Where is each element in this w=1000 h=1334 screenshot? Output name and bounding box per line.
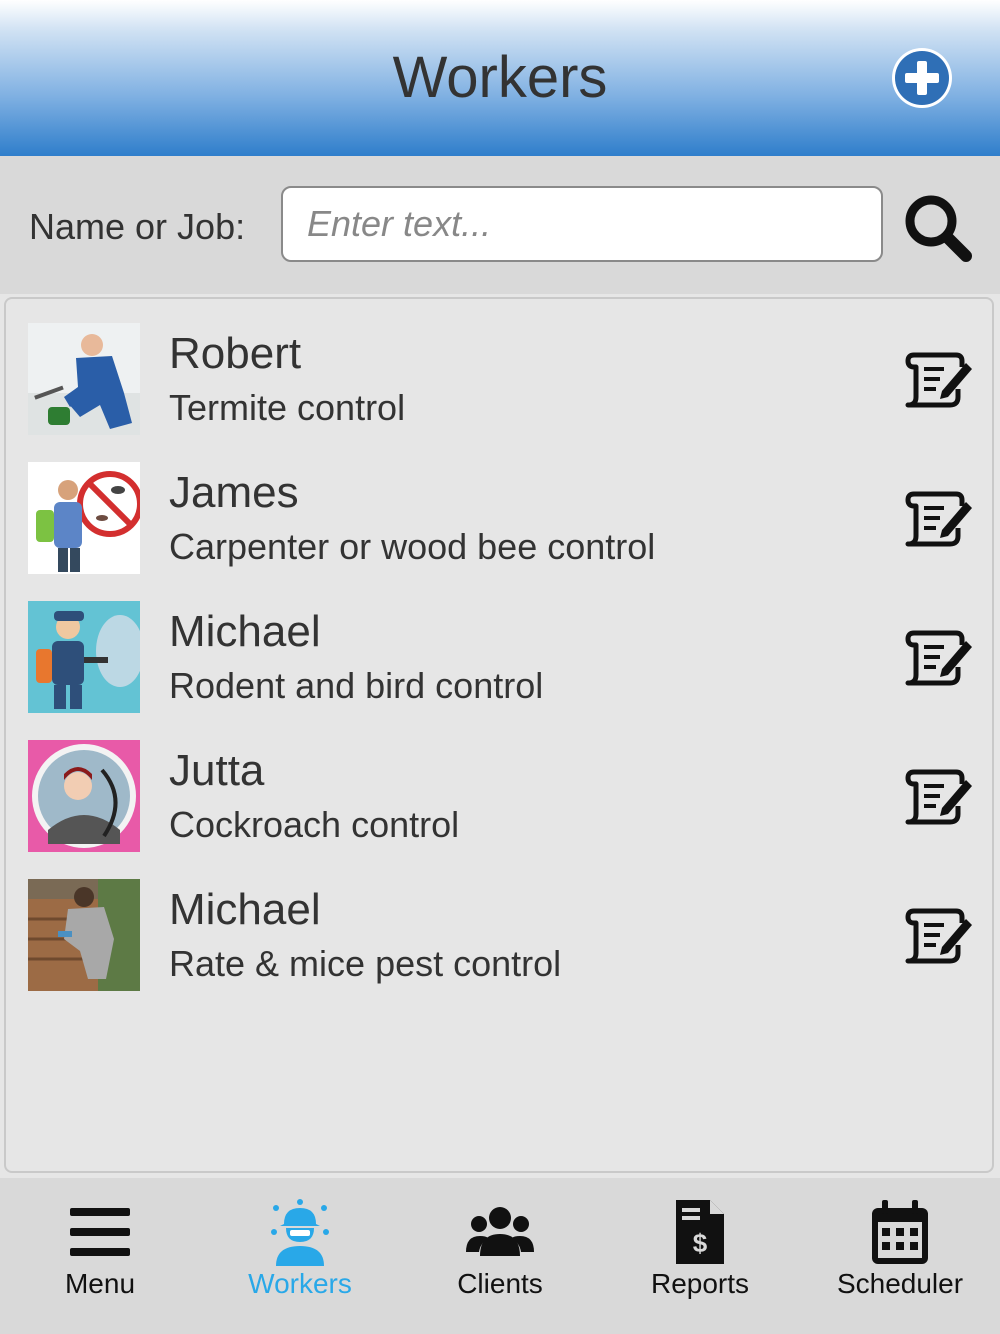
edit-worker-button[interactable] [904,486,972,550]
add-worker-button[interactable] [892,48,952,108]
worker-name: Jutta [169,746,265,795]
worker-job: Rate & mice pest control [169,943,562,984]
invoice-icon: $ [676,1200,724,1264]
worker-name: James [169,468,299,517]
worker-icon [271,1199,329,1266]
worker-avatar [28,601,140,713]
tab-label: Scheduler [836,1268,964,1299]
worker-job: Cockroach control [169,804,460,845]
worker-job: Rodent and bird control [169,665,544,706]
edit-worker-button[interactable] [904,903,972,967]
tab-workers[interactable]: Workers [200,1178,400,1334]
hamburger-icon [70,1208,130,1256]
search-icon [905,195,972,262]
calendar-icon [872,1200,928,1264]
worker-avatar [28,879,140,991]
search-button[interactable] [902,192,974,264]
tab-reports[interactable]: $ Reports [600,1178,800,1334]
edit-icon [905,491,972,547]
workers-list: Robert Termite control James Carpenter o… [4,297,994,1173]
tab-label: Clients [457,1268,543,1299]
svg-text:$: $ [693,1228,708,1258]
header-bar: Workers [0,0,1000,156]
edit-worker-button[interactable] [904,347,972,411]
list-item[interactable]: Michael Rate & mice pest control [6,855,992,994]
search-bar: Name or Job: [0,156,1000,294]
tab-label: Workers [248,1268,352,1299]
tab-label: Reports [650,1268,750,1299]
tab-scheduler[interactable]: Scheduler [800,1178,1000,1334]
list-item[interactable]: Jutta Cockroach control [6,716,992,855]
edit-worker-button[interactable] [904,764,972,828]
edit-icon [905,352,972,408]
edit-icon [905,908,972,964]
search-label: Name or Job: [29,206,246,247]
plus-icon [895,51,949,105]
worker-name: Michael [169,885,321,934]
search-input[interactable] [281,186,883,262]
worker-avatar [28,462,140,574]
worker-avatar [28,323,140,435]
worker-job: Termite control [169,387,406,428]
worker-name: Michael [169,607,321,656]
page-title: Workers [392,45,608,110]
tab-bar: Menu Workers Clients $ Reports Scheduler [0,1178,1000,1334]
tab-clients[interactable]: Clients [400,1178,600,1334]
group-icon [466,1207,534,1256]
list-item[interactable]: James Carpenter or wood bee control [6,438,992,577]
list-item[interactable]: Michael Rodent and bird control [6,577,992,716]
list-item[interactable]: Robert Termite control [6,299,992,438]
tab-label: Menu [64,1268,136,1299]
edit-icon [905,769,972,825]
worker-avatar [28,740,140,852]
tab-menu[interactable]: Menu [0,1178,200,1334]
worker-job: Carpenter or wood bee control [169,526,656,567]
worker-name: Robert [169,329,302,378]
edit-icon [905,630,972,686]
edit-worker-button[interactable] [904,625,972,689]
